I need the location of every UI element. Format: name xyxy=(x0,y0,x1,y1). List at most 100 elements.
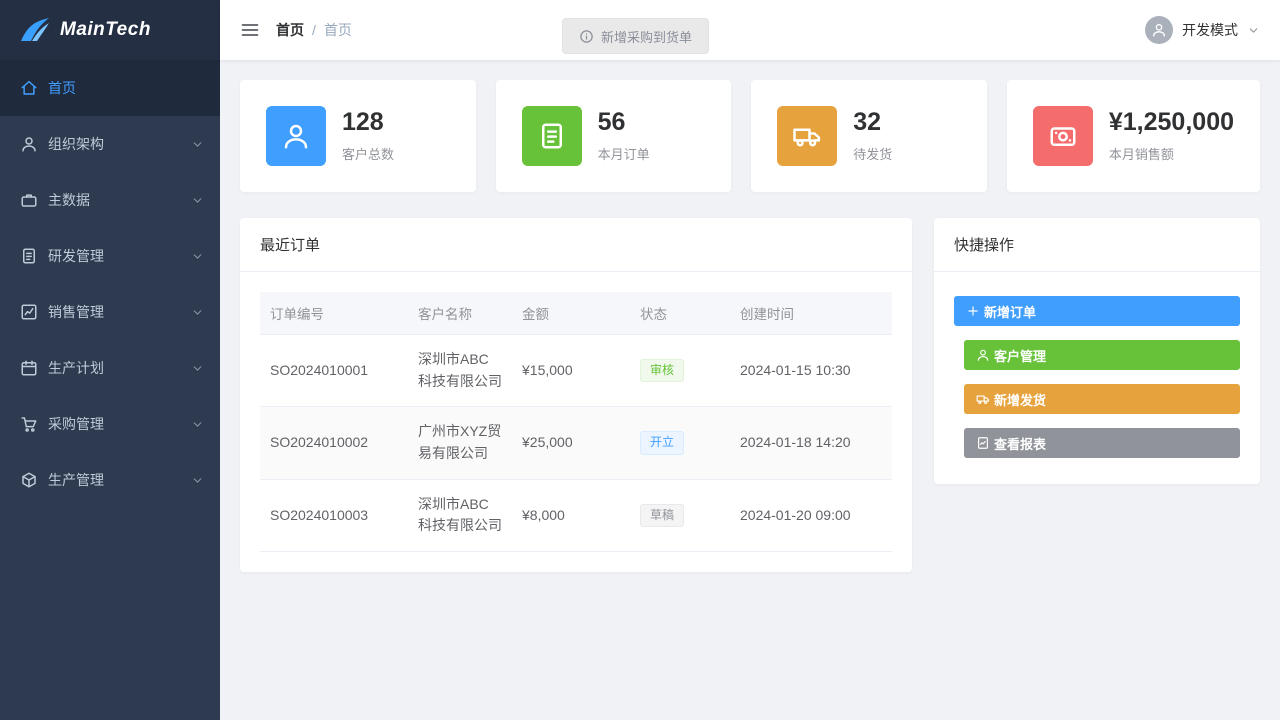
logo-text: MainTech xyxy=(60,19,151,41)
sidebar-item-chart[interactable]: 销售管理 xyxy=(0,284,220,340)
quick-action-truck-button[interactable]: 新增发货 xyxy=(964,384,1240,414)
quick-action-label: 新增发货 xyxy=(994,390,1046,409)
plus-icon xyxy=(966,304,980,318)
chevron-down-icon xyxy=(191,138,204,151)
orders-column-header: 金额 xyxy=(512,292,630,335)
document-icon xyxy=(537,121,567,151)
orders-column-header: 订单编号 xyxy=(260,292,408,335)
table-row: SO2024010002广州市XYZ贸易有限公司¥25,000开立2024-01… xyxy=(260,407,892,479)
quick-action-report-button[interactable]: 查看报表 xyxy=(964,428,1240,458)
new-purchase-arrival-button[interactable]: 新增采购到货单 xyxy=(562,18,709,54)
quick-actions-title: 快捷操作 xyxy=(934,218,1260,272)
order-created-cell: 2024-01-18 14:20 xyxy=(730,407,892,479)
orders-column-header: 状态 xyxy=(630,292,730,335)
truck-icon xyxy=(976,392,990,406)
user-mode-label: 开发模式 xyxy=(1182,20,1238,40)
sidebar-item-label: 主数据 xyxy=(48,190,90,210)
avatar xyxy=(1145,16,1173,44)
sidebar-item-calendar[interactable]: 生产计划 xyxy=(0,340,220,396)
chevron-down-icon xyxy=(191,474,204,487)
order-created-cell: 2024-01-15 10:30 xyxy=(730,335,892,407)
sidebar-toggle-button[interactable] xyxy=(240,20,260,40)
chart-icon xyxy=(20,303,38,321)
orders-table: 订单编号客户名称金额状态创建时间 SO2024010001深圳市ABC科技有限公… xyxy=(260,292,892,552)
orders-table-body: SO2024010001深圳市ABC科技有限公司¥15,000审核2024-01… xyxy=(260,335,892,552)
order-amount-cell: ¥25,000 xyxy=(512,407,630,479)
order-amount-cell: ¥8,000 xyxy=(512,479,630,551)
new-purchase-arrival-label: 新增采购到货单 xyxy=(601,27,692,46)
order-status-cell: 开立 xyxy=(630,407,730,479)
stat-label: 待发货 xyxy=(853,144,892,163)
quick-action-plus-button[interactable]: 新增订单 xyxy=(954,296,1240,326)
stat-text: ¥1,250,000本月销售额 xyxy=(1109,109,1234,163)
chevron-down-icon xyxy=(191,194,204,207)
sidebar-item-box[interactable]: 生产管理 xyxy=(0,452,220,508)
table-row: SO2024010001深圳市ABC科技有限公司¥15,000审核2024-01… xyxy=(260,335,892,407)
order-customer-cell: 广州市XYZ贸易有限公司 xyxy=(408,407,512,479)
stat-text: 32 待发货 xyxy=(853,109,892,163)
sidebar-item-label: 组织架构 xyxy=(48,134,104,154)
sidebar-nav: 首页组织架构主数据研发管理销售管理生产计划采购管理生产管理 xyxy=(0,60,220,508)
quick-action-label: 新增订单 xyxy=(984,302,1036,321)
stat-card-user: 128 客户总数 xyxy=(240,80,476,192)
chevron-down-icon xyxy=(191,306,204,319)
quick-actions-card: 快捷操作 新增订单客户管理新增发货查看报表 xyxy=(934,218,1260,484)
money-icon xyxy=(1048,121,1078,151)
order-status-cell: 审核 xyxy=(630,335,730,407)
chevron-down-icon xyxy=(191,418,204,431)
sidebar-item-label: 研发管理 xyxy=(48,246,104,266)
user-menu[interactable]: 开发模式 xyxy=(1145,16,1260,44)
quick-action-user-button[interactable]: 客户管理 xyxy=(964,340,1240,370)
chevron-down-icon xyxy=(1247,24,1260,37)
status-badge: 草稿 xyxy=(640,504,684,528)
sidebar-item-label: 生产管理 xyxy=(48,470,104,490)
sidebar-item-cart[interactable]: 采购管理 xyxy=(0,396,220,452)
money-icon xyxy=(1033,106,1093,166)
order-id-cell: SO2024010001 xyxy=(260,335,408,407)
breadcrumb-separator: / xyxy=(312,22,316,38)
sidebar: MainTech 首页组织架构主数据研发管理销售管理生产计划采购管理生产管理 xyxy=(0,0,220,720)
chevron-down-icon xyxy=(191,362,204,375)
box-icon xyxy=(20,471,38,489)
sidebar-item-home[interactable]: 首页 xyxy=(0,60,220,116)
breadcrumb-item-current: 首页 xyxy=(324,20,352,40)
app-logo: MainTech xyxy=(0,0,220,60)
recent-orders-title: 最近订单 xyxy=(240,218,912,272)
stat-value: 32 xyxy=(853,109,892,137)
user-icon xyxy=(281,121,311,151)
stat-label: 本月销售额 xyxy=(1109,144,1234,163)
breadcrumb-item-home[interactable]: 首页 xyxy=(276,20,304,40)
sidebar-item-user[interactable]: 组织架构 xyxy=(0,116,220,172)
user-icon xyxy=(266,106,326,166)
chevron-down-icon xyxy=(191,362,204,375)
sidebar-item-label: 生产计划 xyxy=(48,358,104,378)
status-badge: 审核 xyxy=(640,359,684,383)
chevron-down-icon xyxy=(191,138,204,151)
quick-actions-body: 新增订单客户管理新增发货查看报表 xyxy=(934,272,1260,484)
order-id-cell: SO2024010002 xyxy=(260,407,408,479)
sidebar-item-label: 首页 xyxy=(48,78,76,98)
stat-text: 128 客户总数 xyxy=(342,109,394,163)
stat-value: 128 xyxy=(342,109,394,137)
breadcrumb: 首页 / 首页 xyxy=(276,20,352,40)
hamburger-icon xyxy=(240,20,260,40)
order-amount-cell: ¥15,000 xyxy=(512,335,630,407)
recent-orders-body: 订单编号客户名称金额状态创建时间 SO2024010001深圳市ABC科技有限公… xyxy=(240,272,912,572)
sidebar-item-briefcase[interactable]: 主数据 xyxy=(0,172,220,228)
order-status-cell: 草稿 xyxy=(630,479,730,551)
truck-icon xyxy=(792,121,822,151)
cart-icon xyxy=(20,415,38,433)
chevron-down-icon xyxy=(191,418,204,431)
stat-value: 56 xyxy=(598,109,650,137)
chevron-down-icon xyxy=(191,250,204,263)
app-root: MainTech 首页组织架构主数据研发管理销售管理生产计划采购管理生产管理 首… xyxy=(0,0,1280,720)
document-icon xyxy=(20,247,38,265)
stat-card-document: 56本月订单 xyxy=(496,80,732,192)
main-column: 首页 / 首页 新增采购到货单 开发模式 128 客户总数 56本月订单 32 待发货 ¥… xyxy=(220,0,1280,720)
orders-column-header: 创建时间 xyxy=(730,292,892,335)
sidebar-item-document[interactable]: 研发管理 xyxy=(0,228,220,284)
stat-label: 客户总数 xyxy=(342,144,394,163)
report-icon xyxy=(976,436,990,450)
quick-action-label: 客户管理 xyxy=(994,346,1046,365)
info-icon xyxy=(579,29,594,44)
